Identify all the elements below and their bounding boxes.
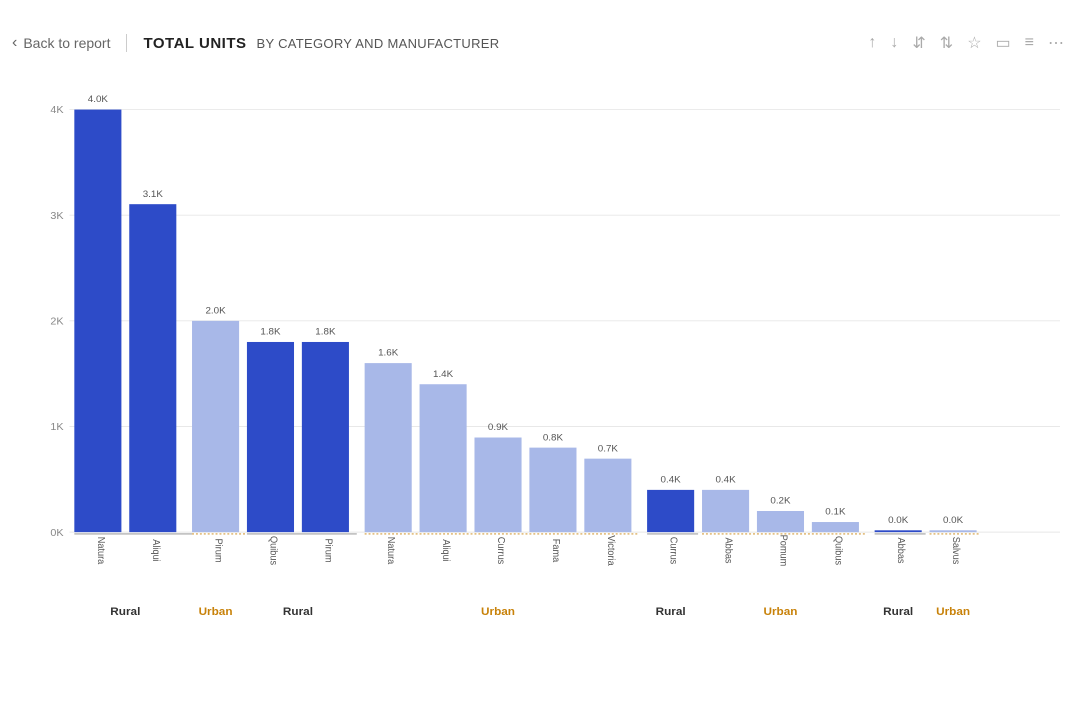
bar-value-3: 2.0K [205,306,226,317]
bar-value-4: 1.8K [260,327,281,338]
bar-value-15: 0.0K [888,515,909,526]
bar-label-8: Currus [495,537,506,565]
bar-victoria-urban[interactable] [584,459,631,532]
bar-label-5: Pirum [322,539,333,563]
bar-pomum-urban[interactable] [757,511,804,532]
bar-natura-urban[interactable] [365,363,412,532]
bar-currus-rural[interactable] [647,490,694,532]
chart-container: 4K 3K 2K 1K 0K 4.0K Natura 3.1K Aliqui 2… [0,72,1080,704]
bar-aliqui-urban[interactable] [420,384,467,532]
toolbar-icons: ↑ ↓ ⇵ ⇅ ☆ ▭ ≡ ⋯ [868,33,1064,53]
title-section: TOTAL UNITS BY CATEGORY AND MANUFACTURER [127,35,499,52]
bar-quibus-rural[interactable] [247,342,294,532]
bar-label-16: Salvus [950,537,961,565]
bar-quibus-urban[interactable] [812,522,859,532]
bar-pirum-urban[interactable] [192,321,239,532]
main-title: TOTAL UNITS [143,35,246,52]
cat-label-urban-3: Urban [763,606,797,618]
bar-currus-urban[interactable] [474,438,521,533]
bar-label-10: Victoria [605,535,616,566]
chevron-left-icon: ‹ [12,34,17,52]
bar-aliqui-rural[interactable] [129,204,176,532]
more-icon[interactable]: ⋯ [1048,33,1064,53]
bar-value-2: 3.1K [143,189,164,200]
y-label-1k: 1K [50,422,63,433]
header: ‹ Back to report TOTAL UNITS BY CATEGORY… [0,0,1080,72]
back-button[interactable]: ‹ Back to report [12,34,127,52]
bar-label-13: Pomum [777,535,788,567]
bar-label-1: Natura [95,537,106,565]
bar-value-10: 0.7K [598,444,619,455]
bar-label-9: Fama [550,539,561,563]
bar-label-2: Aliqui [150,539,161,561]
bar-label-6: Natura [385,537,396,565]
bar-value-12: 0.4K [715,475,736,486]
cat-label-urban-2: Urban [481,606,515,618]
bar-abbas-rural[interactable] [875,530,922,532]
cat-label-rural-4: Rural [883,606,913,618]
bar-chart: 4K 3K 2K 1K 0K 4.0K Natura 3.1K Aliqui 2… [40,82,1060,624]
bar-value-6: 1.6K [378,348,399,359]
bar-value-8: 0.9K [488,422,509,433]
header-left: ‹ Back to report TOTAL UNITS BY CATEGORY… [12,34,499,52]
bar-value-1: 4.0K [88,94,109,105]
bar-label-14: Quibus [832,536,843,565]
bar-value-9: 0.8K [543,433,564,444]
y-label-3k: 3K [50,211,63,222]
subtitle: BY CATEGORY AND MANUFACTURER [256,36,499,51]
bar-fama-urban[interactable] [529,448,576,533]
cat-label-urban-4: Urban [936,606,970,618]
cat-label-rural-1: Rural [110,606,140,618]
y-label-4k: 4K [50,105,63,116]
copy-icon[interactable]: ▭ [996,33,1011,53]
bar-natura-rural[interactable] [74,110,121,533]
bar-label-3: Pirum [212,539,223,563]
bar-label-4: Quibus [267,536,278,565]
bar-label-11: Currus [668,537,679,565]
y-label-0k: 0K [50,528,63,539]
cat-label-rural-2: Rural [283,606,313,618]
bar-value-16: 0.0K [943,515,964,526]
bar-salvus-urban[interactable] [930,530,977,532]
cat-label-rural-3: Rural [656,606,686,618]
back-label: Back to report [23,35,110,51]
bar-abbas-urban[interactable] [702,490,749,532]
bar-pirum-rural[interactable] [302,342,349,532]
sort-both-icon[interactable]: ⇵ [912,33,925,53]
bar-value-5: 1.8K [315,327,336,338]
filter-icon[interactable]: ⇅ [940,33,953,53]
sort-desc-icon[interactable]: ↓ [890,34,898,52]
bar-label-12: Abbas [722,537,733,563]
bar-label-15: Abbas [895,537,906,563]
bar-label-7: Aliqui [440,539,451,561]
bar-value-11: 0.4K [661,475,682,486]
bookmark-icon[interactable]: ☆ [967,33,981,53]
bar-value-7: 1.4K [433,369,454,380]
bar-value-14: 0.1K [825,507,846,518]
y-label-2k: 2K [50,317,63,328]
menu-icon[interactable]: ≡ [1025,34,1034,52]
cat-label-urban-1: Urban [199,606,233,618]
bar-value-13: 0.2K [770,496,791,507]
sort-asc-icon[interactable]: ↑ [868,34,876,52]
